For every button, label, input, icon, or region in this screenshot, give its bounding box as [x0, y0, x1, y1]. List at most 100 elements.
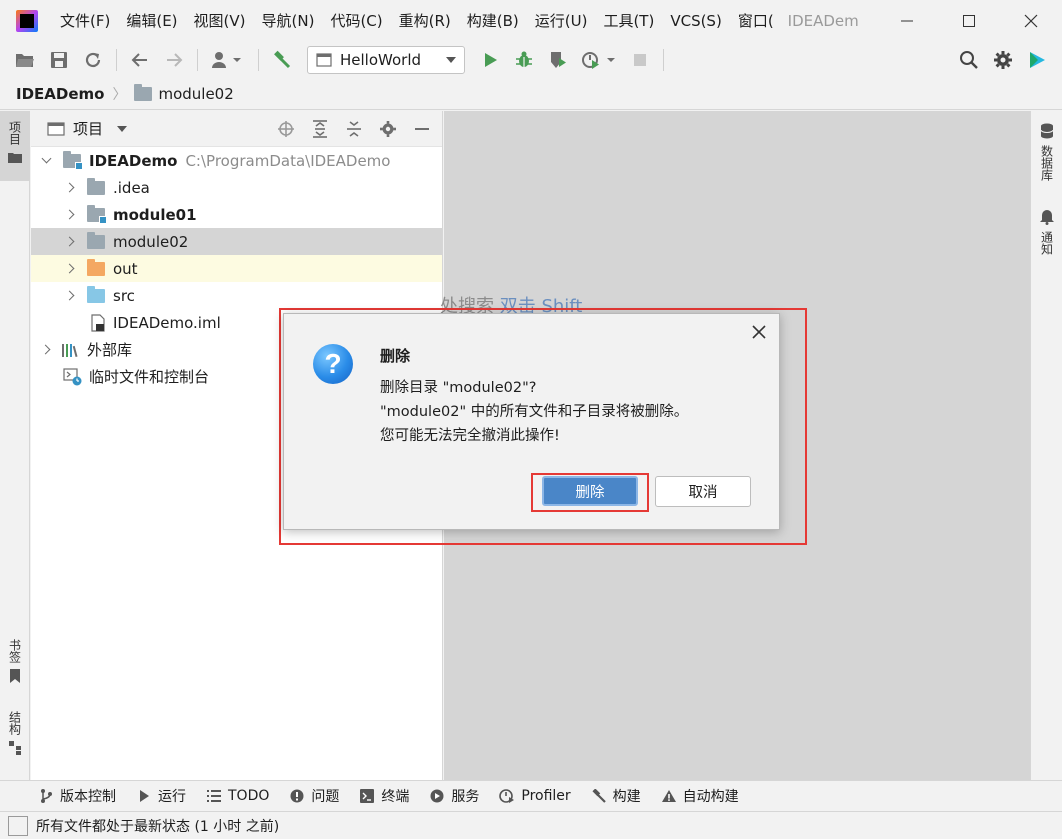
tree-item-module02[interactable]: module02: [31, 228, 442, 255]
chevron-right-icon[interactable]: [41, 345, 51, 355]
status-message: 所有文件都处于最新状态 (1 小时 之前): [36, 818, 280, 835]
bookmark-icon: [10, 669, 20, 683]
breadcrumb-root[interactable]: IDEADemo: [16, 85, 104, 103]
account-dropdown[interactable]: [208, 47, 248, 73]
toolbar-separator: [258, 49, 259, 71]
tree-item-idea[interactable]: .idea: [31, 174, 442, 201]
minimize-icon: [415, 128, 429, 130]
dialog-message-line: 您可能无法完全撤消此操作!: [380, 428, 560, 444]
stop-button[interactable]: [627, 47, 653, 73]
toolbar-separator: [116, 49, 117, 71]
folder-icon: [87, 177, 105, 195]
debug-button[interactable]: [511, 47, 537, 73]
crosshair-icon: [278, 121, 294, 137]
panel-settings-button[interactable]: [376, 117, 400, 141]
tool-tab-bookmarks[interactable]: 书签: [0, 639, 30, 699]
arrow-left-icon: [131, 53, 147, 67]
tree-item-root[interactable]: IDEADemo C:\ProgramData\IDEADemo: [31, 147, 442, 174]
toggle-tool-windows-icon[interactable]: [8, 815, 28, 836]
settings-button[interactable]: [990, 47, 1016, 73]
hide-panel-button[interactable]: [410, 117, 434, 141]
sync-button[interactable]: [80, 47, 106, 73]
tool-tab-todo[interactable]: TODO: [206, 788, 269, 804]
maximize-button[interactable]: [938, 0, 1000, 42]
minimize-button[interactable]: [876, 0, 938, 42]
tool-tab-auto-build[interactable]: 自动构建: [661, 786, 739, 806]
dialog-message: 删除目录 "module02"? "module02" 中的所有文件和子目录将被…: [380, 376, 688, 448]
menu-vcs[interactable]: VCS(S): [662, 0, 729, 42]
tool-tab-label: 版本控制: [60, 789, 116, 805]
locate-file-button[interactable]: [274, 117, 298, 141]
expand-all-button[interactable]: [308, 117, 332, 141]
scratches-icon: [63, 367, 82, 385]
menu-edit[interactable]: 编辑(E): [118, 0, 185, 42]
tree-item-out[interactable]: out: [31, 255, 442, 282]
code-with-me-button[interactable]: [1024, 47, 1050, 73]
menu-tools[interactable]: 工具(T): [595, 0, 662, 42]
menu-refactor[interactable]: 重构(R): [391, 0, 459, 42]
services-icon: [429, 788, 445, 804]
profile-dropdown[interactable]: [579, 47, 619, 73]
save-all-button[interactable]: [46, 47, 72, 73]
tree-item-label: .idea: [113, 178, 150, 197]
tree-item-label: IDEADemo: [89, 151, 178, 170]
tool-tab-problems[interactable]: 问题: [289, 786, 339, 806]
tree-item-module01[interactable]: module01: [31, 201, 442, 228]
chevron-down-icon[interactable]: [117, 125, 128, 132]
chevron-right-icon[interactable]: [65, 264, 75, 274]
tree-item-path: C:\ProgramData\IDEADemo: [185, 151, 391, 170]
tool-tab-build[interactable]: 构建: [591, 786, 641, 806]
tool-tab-database[interactable]: 数据库: [1031, 123, 1062, 193]
open-folder-button[interactable]: [12, 47, 38, 73]
breadcrumb: IDEADemo 〉 module02: [0, 78, 1062, 110]
menu-build[interactable]: 构建(B): [459, 0, 527, 42]
run-configuration-select[interactable]: HelloWorld: [307, 46, 465, 74]
dialog-close-button[interactable]: [749, 322, 769, 342]
menu-run[interactable]: 运行(U): [527, 0, 596, 42]
tool-tab-run[interactable]: 运行: [136, 786, 186, 806]
back-button[interactable]: [127, 47, 153, 73]
run-config-label: HelloWorld: [340, 51, 422, 69]
tool-tab-label: 终端: [381, 789, 410, 805]
tool-tab-services[interactable]: 服务: [429, 786, 479, 806]
intellij-logo-icon[interactable]: [16, 10, 38, 32]
build-button[interactable]: [269, 47, 295, 73]
tool-tab-version-control[interactable]: 版本控制: [38, 786, 116, 806]
delete-button[interactable]: 删除: [542, 476, 638, 506]
tool-tab-terminal[interactable]: 终端: [359, 786, 409, 806]
tool-tab-project[interactable]: 项目: [0, 111, 30, 181]
chevron-right-icon[interactable]: [65, 237, 75, 247]
project-panel-title[interactable]: 项目: [73, 118, 103, 139]
run-with-coverage-button[interactable]: [545, 47, 571, 73]
chevron-down-icon[interactable]: [41, 156, 51, 166]
chevron-right-icon[interactable]: [65, 183, 75, 193]
collapse-all-button[interactable]: [342, 117, 366, 141]
search-everywhere-button[interactable]: [956, 47, 982, 73]
forward-button[interactable]: [161, 47, 187, 73]
cancel-button[interactable]: 取消: [655, 476, 751, 507]
chevron-right-icon: 〉: [112, 86, 127, 103]
excluded-folder-icon: [87, 258, 105, 276]
menu-file[interactable]: 文件(F): [52, 0, 118, 42]
main-menu: 文件(F) 编辑(E) 视图(V) 导航(N) 代码(C) 重构(R) 构建(B…: [52, 0, 782, 42]
toolbar-separator: [197, 49, 198, 71]
tool-tab-profiler[interactable]: Profiler: [499, 788, 571, 804]
menu-window[interactable]: 窗口(: [730, 0, 782, 42]
tool-tab-label: 构建: [612, 789, 641, 805]
search-icon: [960, 51, 978, 69]
refresh-icon: [85, 52, 101, 68]
vcs-icon: [38, 788, 54, 804]
tree-item-src[interactable]: src: [31, 282, 442, 309]
tree-item-label: 临时文件和控制台: [89, 368, 210, 386]
folder-icon: [87, 231, 105, 249]
chevron-right-icon[interactable]: [65, 210, 75, 220]
run-button[interactable]: [477, 47, 503, 73]
close-window-button[interactable]: [1000, 0, 1062, 42]
menu-navigate[interactable]: 导航(N): [254, 0, 323, 42]
chevron-right-icon[interactable]: [65, 291, 75, 301]
breadcrumb-module02[interactable]: module02: [134, 83, 234, 103]
menu-view[interactable]: 视图(V): [186, 0, 254, 42]
tool-tab-notifications[interactable]: 通知: [1031, 209, 1062, 269]
tool-tab-structure[interactable]: 结构: [0, 711, 30, 771]
menu-code[interactable]: 代码(C): [322, 0, 390, 42]
